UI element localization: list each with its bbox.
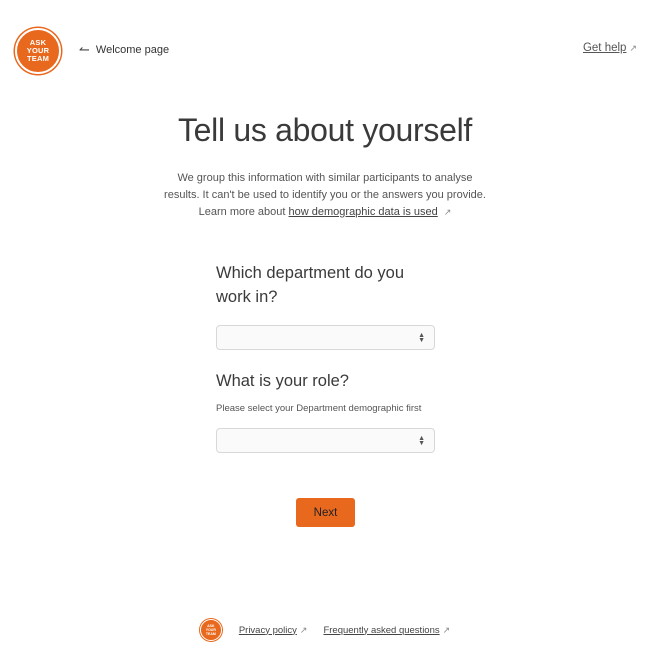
get-help-link[interactable]: Get help ↗ <box>583 42 637 54</box>
ask-your-team-logo[interactable]: ASK YOUR TEAM <box>15 28 61 74</box>
back-to-welcome-link[interactable]: ↼ Welcome page <box>79 42 169 58</box>
page-title: Tell us about yourself <box>177 112 472 148</box>
external-link-icon: ↗ <box>299 624 308 635</box>
role-select[interactable]: ▲ ▼ <box>216 428 435 453</box>
department-select[interactable]: ▲ ▼ <box>216 325 435 350</box>
external-link-icon: ↗ <box>442 624 451 635</box>
intro-text: We group this information with similar p… <box>135 170 515 221</box>
department-question: Which department do you work in? <box>216 264 405 306</box>
back-link-label: Welcome page <box>95 44 170 56</box>
privacy-policy-item: Privacy policy ↗ <box>239 625 308 636</box>
footer-logo: ASK YOUR TEAM <box>199 619 222 641</box>
role-hint: Please select your Department demographi… <box>216 403 422 414</box>
select-chevrons-icon: ▲ ▼ <box>418 434 425 447</box>
demographic-data-link[interactable]: how demographic data is used <box>289 206 438 218</box>
footer-logo-line-3: TEAM <box>205 632 216 636</box>
logo-text-line-3: TEAM <box>26 54 50 63</box>
intro-line-3-prefix: Learn more about <box>198 206 286 218</box>
faq-link[interactable]: Frequently asked questions <box>323 625 439 636</box>
external-link-icon: ↗ <box>629 42 637 53</box>
role-question-group: What is your role? Please select your De… <box>216 369 435 453</box>
department-question-group: Which department do you work in? ▲ ▼ <box>216 261 435 350</box>
intro-line-1: We group this information with similar p… <box>177 172 473 184</box>
intro-line-3: Learn more about how demographic data is… <box>135 204 515 221</box>
role-question: What is your role? <box>216 372 349 390</box>
footer: ASK YOUR TEAM Privacy policy ↗ Frequentl… <box>0 619 650 641</box>
get-help-label: Get help <box>582 42 627 54</box>
next-button[interactable]: Next <box>296 498 355 527</box>
back-arrow-icon: ↼ <box>79 42 90 57</box>
privacy-policy-link[interactable]: Privacy policy <box>239 625 297 636</box>
faq-item: Frequently asked questions ↗ <box>323 625 450 636</box>
select-chevrons-icon: ▲ ▼ <box>418 331 425 344</box>
intro-line-2: results. It can't be used to identify yo… <box>164 189 486 201</box>
external-link-icon: ↗ <box>443 207 452 217</box>
